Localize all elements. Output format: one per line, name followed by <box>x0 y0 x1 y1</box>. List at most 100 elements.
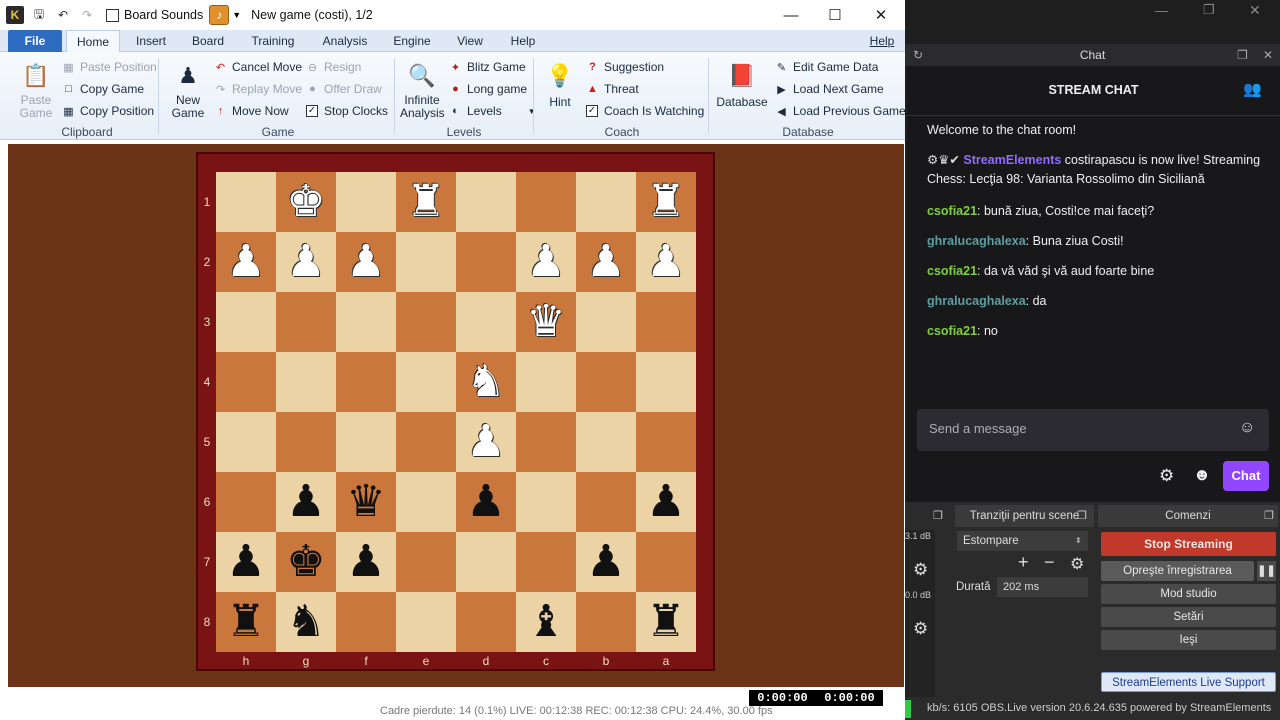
square-e8[interactable] <box>396 592 456 652</box>
float-dock-icon[interactable]: ❐ <box>1237 44 1248 66</box>
square-c4[interactable] <box>516 352 576 412</box>
users-icon[interactable]: 👥 <box>1243 66 1262 114</box>
square-b5[interactable] <box>576 412 636 472</box>
blitz-game-button[interactable]: ✦ Blitz Game <box>449 60 526 74</box>
chat-message-input[interactable]: Send a message ☺ <box>917 409 1269 451</box>
square-f3[interactable] <box>336 292 396 352</box>
square-h5[interactable] <box>216 412 276 472</box>
square-f8[interactable] <box>336 592 396 652</box>
square-c8[interactable]: ♝ <box>516 592 576 652</box>
transition-settings-icon[interactable]: ⚙ <box>1070 554 1084 574</box>
emote-icon[interactable]: ☻ <box>1193 465 1211 485</box>
white-pawn-icon[interactable]: ♟ <box>466 420 505 464</box>
black-pawn-icon[interactable]: ♟ <box>286 480 325 524</box>
tab-help[interactable]: Help <box>500 30 546 52</box>
square-a4[interactable] <box>636 352 696 412</box>
square-b7[interactable]: ♟ <box>576 532 636 592</box>
studio-mode-button[interactable]: Mod studio <box>1101 584 1276 604</box>
paste-position-button[interactable]: ▦ Paste Position <box>62 60 156 74</box>
square-a5[interactable] <box>636 412 696 472</box>
obs-minimize-icon[interactable]: — <box>1155 3 1168 18</box>
replay-move-button[interactable]: ↷ Replay Move <box>214 82 302 96</box>
app-logo-icon[interactable]: K <box>6 6 24 24</box>
square-b1[interactable] <box>576 172 636 232</box>
square-f7[interactable]: ♟ <box>336 532 396 592</box>
chat-username[interactable]: ghralucaghalexa <box>927 234 1026 248</box>
black-pawn-icon[interactable]: ♟ <box>226 540 265 584</box>
square-e1[interactable]: ♜ <box>396 172 456 232</box>
square-h3[interactable] <box>216 292 276 352</box>
tab-analysis[interactable]: Analysis <box>314 30 376 52</box>
tab-home[interactable]: Home <box>66 30 120 53</box>
square-g1[interactable]: ♚ <box>276 172 336 232</box>
square-f4[interactable] <box>336 352 396 412</box>
mixer-settings-icon[interactable]: ⚙ <box>913 560 928 580</box>
square-d7[interactable] <box>456 532 516 592</box>
add-transition-icon[interactable]: + <box>1018 552 1029 573</box>
sound-settings-icon[interactable]: ♪ <box>209 5 230 25</box>
white-pawn-icon[interactable]: ♟ <box>286 240 325 284</box>
black-pawn-icon[interactable]: ♟ <box>346 540 385 584</box>
maximize-button[interactable]: ☐ <box>812 0 858 30</box>
white-rook-icon[interactable]: ♜ <box>406 180 445 224</box>
square-e6[interactable] <box>396 472 456 532</box>
square-f6[interactable]: ♛ <box>336 472 396 532</box>
square-b8[interactable] <box>576 592 636 652</box>
database-button[interactable]: 📕 Database <box>716 60 768 109</box>
white-pawn-icon[interactable]: ♟ <box>226 240 265 284</box>
close-dock-icon[interactable]: ✕ <box>1263 44 1273 66</box>
dock-float-icon[interactable]: ❐ <box>1077 509 1087 522</box>
chat-username[interactable]: ghralucaghalexa <box>927 294 1026 308</box>
square-f5[interactable] <box>336 412 396 472</box>
square-g7[interactable]: ♚ <box>276 532 336 592</box>
square-b3[interactable] <box>576 292 636 352</box>
duration-spinbox[interactable]: 202 ms <box>997 577 1088 597</box>
square-d3[interactable] <box>456 292 516 352</box>
square-c3[interactable]: ♛ <box>516 292 576 352</box>
white-pawn-icon[interactable]: ♟ <box>346 240 385 284</box>
black-rook-icon[interactable]: ♜ <box>646 600 685 644</box>
square-h1[interactable] <box>216 172 276 232</box>
square-a1[interactable]: ♜ <box>636 172 696 232</box>
chat-username[interactable]: csofia21 <box>927 264 977 278</box>
long-game-button[interactable]: ● Long game <box>449 82 527 96</box>
square-b6[interactable] <box>576 472 636 532</box>
transition-select[interactable]: Estompare ⬍ <box>957 531 1088 551</box>
square-c1[interactable] <box>516 172 576 232</box>
square-b2[interactable]: ♟ <box>576 232 636 292</box>
square-c7[interactable] <box>516 532 576 592</box>
chat-username[interactable]: csofia21 <box>927 204 977 218</box>
square-e7[interactable] <box>396 532 456 592</box>
hint-button[interactable]: 💡 Hint <box>540 60 580 109</box>
emoji-icon[interactable]: ☺ <box>1239 419 1255 437</box>
square-a6[interactable]: ♟ <box>636 472 696 532</box>
undo-icon[interactable]: ↶ <box>54 6 72 24</box>
square-c2[interactable]: ♟ <box>516 232 576 292</box>
copy-position-button[interactable]: ▦ Copy Position <box>62 104 154 118</box>
square-e4[interactable] <box>396 352 456 412</box>
suggestion-button[interactable]: ? Suggestion <box>586 60 664 74</box>
black-rook-icon[interactable]: ♜ <box>226 600 265 644</box>
dropdown-arrow-icon[interactable]: ▼ <box>232 10 241 20</box>
square-d2[interactable] <box>456 232 516 292</box>
black-bishop-icon[interactable]: ♝ <box>526 600 565 644</box>
square-d4[interactable]: ♞ <box>456 352 516 412</box>
obs-restore-icon[interactable]: ❐ <box>1203 2 1215 18</box>
chat-username[interactable]: csofia21 <box>927 324 977 338</box>
pause-recording-icon[interactable]: ❚❚ <box>1257 561 1276 581</box>
tab-view[interactable]: View <box>448 30 492 52</box>
square-e3[interactable] <box>396 292 456 352</box>
chessboard[interactable]: ♚ ♜ ♜ ♟ ♟ ♟ ♟ ♟ ♟ ♛ ♞ ♟ ♟ ♛ ♟ ♟ ♟ ♚ ♟ ♟ ♜ ♞ ♝ ♜ <box>216 172 696 652</box>
black-queen-icon[interactable]: ♛ <box>346 480 385 524</box>
square-f1[interactable] <box>336 172 396 232</box>
square-g5[interactable] <box>276 412 336 472</box>
offer-draw-button[interactable]: ● Offer Draw <box>306 82 382 96</box>
square-g8[interactable]: ♞ <box>276 592 336 652</box>
copy-game-button[interactable]: □ Copy Game <box>62 82 144 96</box>
square-c5[interactable] <box>516 412 576 472</box>
square-d8[interactable] <box>456 592 516 652</box>
square-a8[interactable]: ♜ <box>636 592 696 652</box>
tab-file[interactable]: File <box>8 30 62 52</box>
tab-engine[interactable]: Engine <box>384 30 440 52</box>
minimize-button[interactable]: — <box>768 0 814 30</box>
